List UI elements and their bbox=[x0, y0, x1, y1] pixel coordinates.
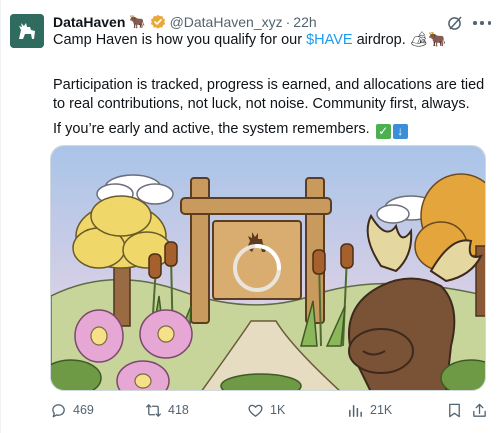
tweet-image[interactable] bbox=[50, 145, 486, 391]
repost-button[interactable]: 418 bbox=[145, 400, 189, 420]
views-button[interactable]: 21K bbox=[347, 400, 392, 420]
timestamp[interactable]: 22h bbox=[293, 14, 316, 30]
like-icon bbox=[248, 404, 263, 417]
tweet-actions: 469 418 1K 21K bbox=[50, 400, 490, 420]
views-icon bbox=[349, 404, 362, 417]
bookmark-button[interactable] bbox=[446, 400, 463, 420]
camp-ox-emoji: 🏕🐂 bbox=[409, 32, 447, 48]
tweet-card[interactable]: DataHaven 🐂 @DataHaven_xyz · 22h Camp Ha… bbox=[0, 0, 500, 433]
repost-icon bbox=[146, 403, 161, 417]
views-count: 21K bbox=[370, 403, 393, 417]
tweet-text-paragraph-3: If you’re early and active, the system r… bbox=[53, 120, 493, 139]
like-button[interactable]: 1K bbox=[247, 400, 285, 420]
more-icon[interactable] bbox=[473, 15, 491, 31]
deer-logo-icon bbox=[10, 14, 44, 48]
share-icon bbox=[473, 403, 486, 417]
separator-dot: · bbox=[285, 14, 291, 30]
reply-count: 469 bbox=[73, 403, 94, 417]
bookmark-icon bbox=[449, 403, 460, 417]
repost-count: 418 bbox=[168, 403, 189, 417]
text-segment: Camp Haven is how you qualify for our bbox=[53, 32, 307, 48]
reply-button[interactable]: 469 bbox=[50, 400, 94, 420]
verified-badge-icon bbox=[150, 14, 166, 30]
grok-icon[interactable] bbox=[447, 15, 463, 31]
check-mark-emoji: ✓ bbox=[375, 124, 391, 139]
like-count: 1K bbox=[270, 403, 286, 417]
tweet-text-paragraph-2: Participation is tracked, progress is ea… bbox=[53, 77, 485, 112]
avatar[interactable] bbox=[10, 14, 44, 48]
cashtag-link[interactable]: $HAVE bbox=[306, 32, 352, 48]
display-name[interactable]: DataHaven bbox=[53, 14, 125, 30]
tweet-header: DataHaven 🐂 @DataHaven_xyz · 22h bbox=[53, 12, 317, 32]
down-arrow-emoji: ↓ bbox=[392, 124, 408, 139]
camp-haven-illustration bbox=[51, 146, 485, 390]
text-segment: airdrop. bbox=[352, 32, 410, 48]
text-segment: If you’re early and active, the system r… bbox=[53, 121, 370, 137]
reply-icon bbox=[52, 403, 65, 417]
ox-emoji: 🐂 bbox=[129, 14, 146, 29]
tweet-text-line1: Camp Haven is how you qualify for our $H… bbox=[53, 31, 493, 50]
handle[interactable]: @DataHaven_xyz bbox=[170, 14, 283, 30]
share-button[interactable] bbox=[471, 400, 488, 420]
